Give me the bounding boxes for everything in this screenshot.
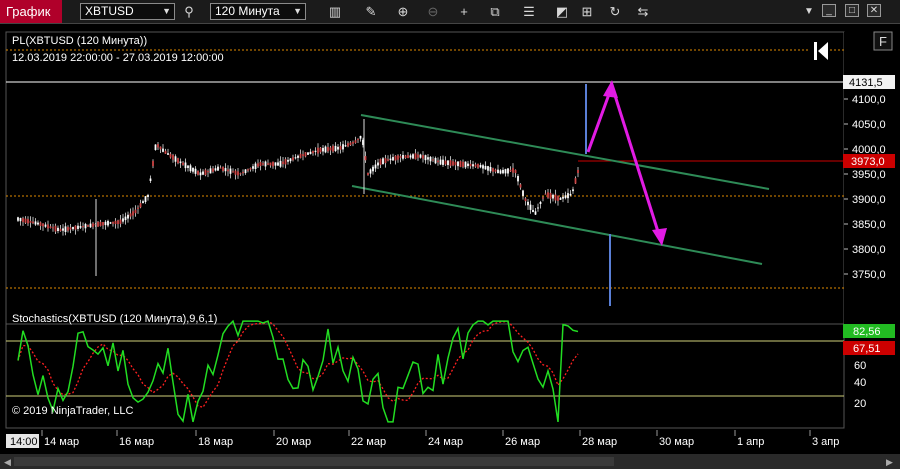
maximize-icon[interactable]: □ xyxy=(845,4,859,17)
time-label: 30 мар xyxy=(659,436,694,448)
link-icon[interactable]: ⇆ xyxy=(634,3,652,20)
instrument-value: XBTUSD xyxy=(85,4,134,18)
last-price-label: 3973,0 xyxy=(851,156,885,168)
refresh-icon[interactable]: ↻ xyxy=(606,3,624,20)
price-tick-label: 4100,0 xyxy=(852,94,886,106)
stoch-tick-20: 20 xyxy=(854,398,866,410)
price-tick-label: 4050,0 xyxy=(852,119,886,131)
instrument-selector[interactable]: XBTUSD ▼ xyxy=(80,3,175,20)
copyright-label: © 2019 NinjaTrader, LLC xyxy=(12,405,133,417)
stoch-k-value: 82,56 xyxy=(853,326,881,338)
time-label: 18 мар xyxy=(198,436,233,448)
toolbar: График XBTUSD ▼ ⚲ 120 Минута ▼ ▥ ✎ ⊕ ⊖ + ⧉… xyxy=(0,0,900,24)
scroll-right-icon[interactable]: ▶ xyxy=(886,457,893,467)
price-tick-label: 3750,0 xyxy=(852,269,886,281)
crosshair-icon[interactable]: + xyxy=(455,3,473,20)
minimize-icon[interactable]: _ xyxy=(822,4,836,17)
chevron-down-icon: ▼ xyxy=(162,6,171,16)
price-tick-label: 3950,0 xyxy=(852,169,886,181)
stoch-panel-title: Stochastics(XBTUSD (120 Минута),9,6,1) xyxy=(12,313,217,325)
f-button-label: F xyxy=(879,34,887,49)
indicators-icon[interactable]: ⊞ xyxy=(578,3,596,20)
time-label: 14 мар xyxy=(44,436,79,448)
data-box-icon[interactable]: ⧉ xyxy=(486,3,504,20)
date-range-label: 12.03.2019 22:00:00 - 27.03.2019 12:00:0… xyxy=(12,52,224,64)
time-label: 26 мар xyxy=(505,436,540,448)
time-label: 3 апр xyxy=(812,436,839,448)
chart-area[interactable]: 4100,04050,04000,03950,03900,03850,03800… xyxy=(0,24,900,469)
time-label: 22 мар xyxy=(351,436,386,448)
dropdown-icon[interactable]: ▼ xyxy=(800,3,818,20)
period-value: 120 Минута xyxy=(215,4,280,18)
scroll-left-icon[interactable]: ◀ xyxy=(4,457,11,467)
price-panel-frame xyxy=(5,31,845,325)
pencil-icon[interactable]: ✎ xyxy=(362,3,380,20)
app-label[interactable]: График xyxy=(0,0,62,23)
properties-icon[interactable]: ☰ xyxy=(520,3,538,20)
current-time-label: 14:00 xyxy=(10,436,38,448)
time-label: 16 мар xyxy=(119,436,154,448)
price-tick-label: 3850,0 xyxy=(852,219,886,231)
zoom-out-icon[interactable]: ⊖ xyxy=(424,3,442,20)
price-tick-label: 3900,0 xyxy=(852,194,886,206)
chevron-down-icon: ▼ xyxy=(293,6,302,16)
time-label: 1 апр xyxy=(737,436,764,448)
time-label: 24 мар xyxy=(428,436,463,448)
zoom-in-icon[interactable]: ⊕ xyxy=(394,3,412,20)
line-price-label: 4131,5 xyxy=(849,77,883,89)
search-icon[interactable]: ⚲ xyxy=(180,3,198,20)
period-selector[interactable]: 120 Минута ▼ xyxy=(210,3,306,20)
scrollbar-thumb[interactable] xyxy=(14,457,614,466)
price-tick-label: 3800,0 xyxy=(852,244,886,256)
scroll-to-end-icon[interactable] xyxy=(810,40,830,62)
time-label: 20 мар xyxy=(276,436,311,448)
strategy-icon[interactable]: ◩ xyxy=(553,3,571,20)
stoch-tick-40: 40 xyxy=(854,377,866,389)
close-icon[interactable]: ✕ xyxy=(867,4,881,17)
stoch-d-value: 67,51 xyxy=(853,343,881,355)
time-label: 28 мар xyxy=(582,436,617,448)
bars-icon[interactable]: ▥ xyxy=(326,3,344,20)
price-panel-title: PL(XBTUSD (120 Минута)) xyxy=(12,35,147,47)
stoch-tick-60: 60 xyxy=(854,360,866,372)
